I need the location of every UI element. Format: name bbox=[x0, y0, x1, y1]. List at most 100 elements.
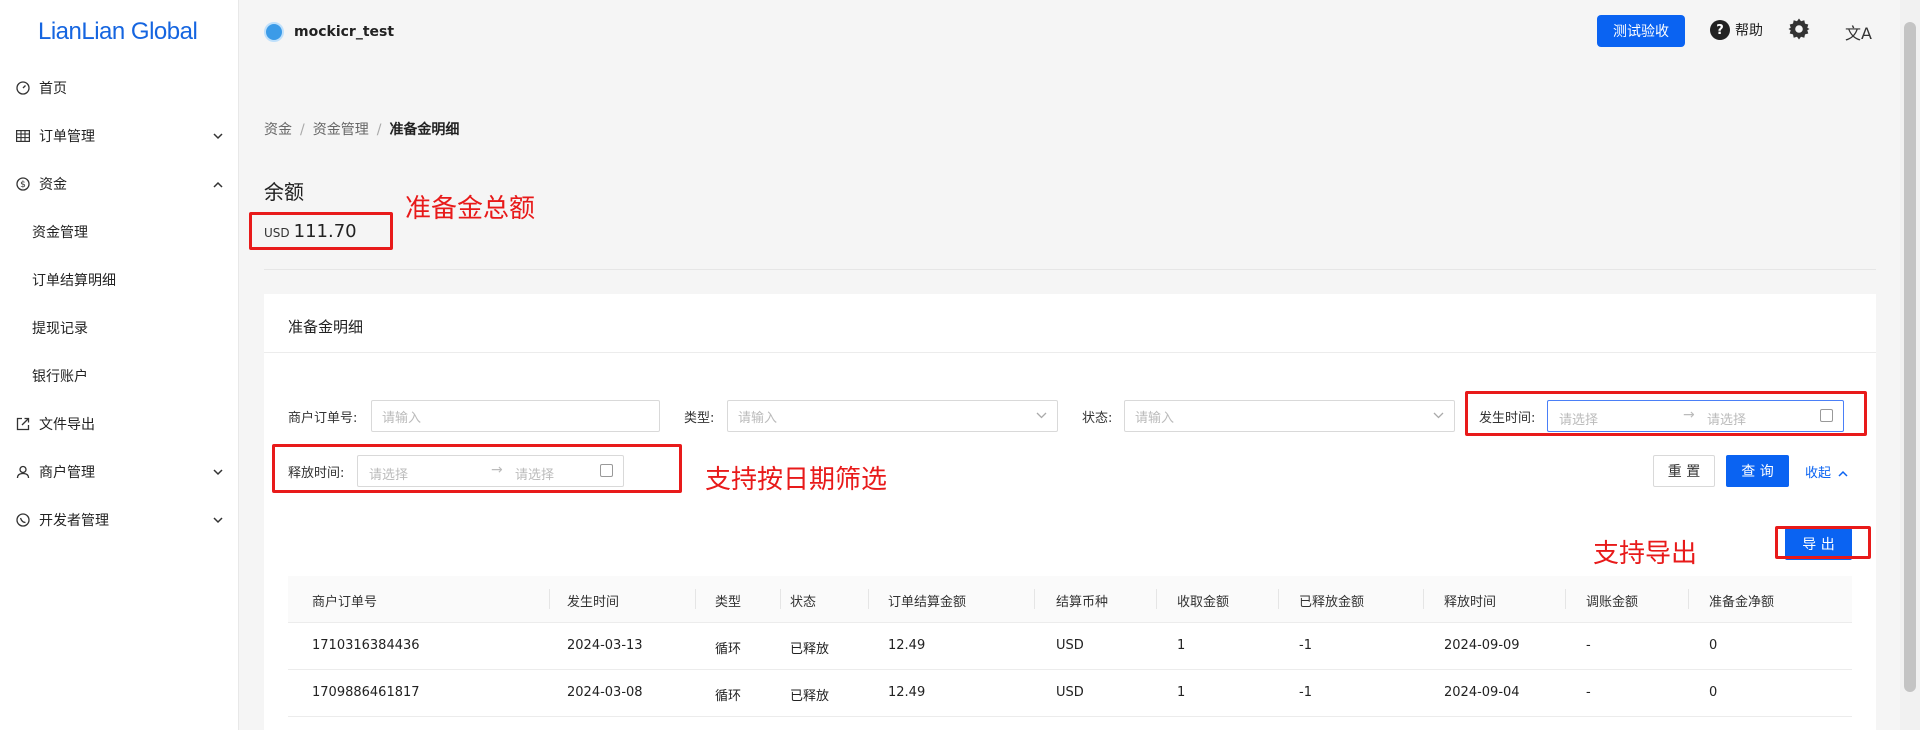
cell-type: 循环 bbox=[715, 642, 742, 657]
cell-occur-time: 2024-03-08 bbox=[567, 685, 643, 700]
cell-order-no: 1710316384436 bbox=[312, 638, 420, 653]
type-select[interactable]: 请输入 bbox=[727, 400, 1058, 432]
test-acceptance-button[interactable]: 测试验收 bbox=[1597, 15, 1685, 47]
col-order-no: 商户订单号 bbox=[312, 595, 378, 610]
sidebar-item-funds[interactable]: $ 资金 bbox=[0, 160, 239, 208]
annotation-box-balance bbox=[249, 212, 393, 250]
divider bbox=[264, 269, 1876, 270]
export-icon bbox=[15, 416, 31, 432]
cell-net-reserve: 0 bbox=[1709, 685, 1718, 700]
cell-collected: 1 bbox=[1177, 638, 1186, 653]
cell-type: 循环 bbox=[715, 689, 742, 704]
col-released: 已释放金额 bbox=[1299, 595, 1365, 610]
sidebar-item-label: 商户管理 bbox=[39, 465, 95, 481]
col-collected: 收取金额 bbox=[1177, 595, 1230, 610]
help-label: 帮助 bbox=[1735, 23, 1763, 39]
cell-release-time: 2024-09-04 bbox=[1444, 685, 1520, 700]
scrollbar-thumb[interactable] bbox=[1904, 22, 1916, 692]
sidebar-item-label: 文件导出 bbox=[39, 417, 95, 433]
sidebar-item-bank-accounts[interactable]: 银行账户 bbox=[0, 352, 239, 400]
cell-settle-amount: 12.49 bbox=[888, 638, 926, 653]
chevron-down-icon bbox=[1036, 409, 1047, 422]
type-label: 类型: bbox=[684, 411, 715, 426]
help-link[interactable]: ? 帮助 bbox=[1710, 20, 1763, 40]
order-no-input[interactable]: 请输入 bbox=[371, 400, 660, 432]
sidebar-item-withdrawals[interactable]: 提现记录 bbox=[0, 304, 239, 352]
dashboard-icon bbox=[15, 80, 31, 96]
cell-status: 已释放 bbox=[790, 642, 830, 657]
annotation-date-filter: 支持按日期筛选 bbox=[705, 465, 888, 495]
sidebar-item-fund-management[interactable]: 资金管理 bbox=[0, 208, 239, 256]
annotation-total: 准备金总额 bbox=[405, 194, 536, 224]
cell-settle-amount: 12.49 bbox=[888, 685, 926, 700]
chevron-down-icon bbox=[1433, 409, 1444, 422]
sidebar-item-merchants[interactable]: 商户管理 bbox=[0, 448, 239, 496]
card-divider bbox=[264, 352, 1876, 353]
breadcrumb-item[interactable]: 资金管理 bbox=[313, 122, 369, 138]
sidebar-item-orders[interactable]: 订单管理 bbox=[0, 112, 239, 160]
gear-icon[interactable] bbox=[1787, 17, 1811, 46]
cell-adjustment: - bbox=[1586, 638, 1591, 653]
table-header: 商户订单号 发生时间 类型 状态 订单结算金额 结算币种 收取金额 已释放金额 … bbox=[288, 576, 1852, 623]
breadcrumb-current: 准备金明细 bbox=[389, 122, 460, 138]
col-status: 状态 bbox=[790, 595, 817, 610]
lianlian-logo: LianLian Global bbox=[38, 18, 198, 45]
sidebar-item-order-settlement[interactable]: 订单结算明细 bbox=[0, 256, 239, 304]
sidebar-item-label: 订单结算明细 bbox=[32, 273, 116, 289]
annotation-box-occur-time bbox=[1465, 391, 1867, 436]
chevron-down-icon bbox=[213, 130, 223, 143]
cell-released: -1 bbox=[1299, 685, 1312, 700]
dollar-icon: $ bbox=[15, 176, 31, 192]
annotation-box-export bbox=[1775, 526, 1871, 559]
user-icon bbox=[15, 464, 31, 480]
cell-net-reserve: 0 bbox=[1709, 638, 1718, 653]
sidebar-item-label: 提现记录 bbox=[32, 321, 88, 337]
reserve-detail-card: 准备金明细 商户订单号: 请输入 类型: 请输入 状态: 请输入 发生时间: 请… bbox=[264, 294, 1876, 730]
cell-currency: USD bbox=[1056, 638, 1084, 653]
sidebar: LianLian Global 首页 订单管理 $ 资金 资金管理 订单结算明细… bbox=[0, 0, 239, 730]
cell-released: -1 bbox=[1299, 638, 1312, 653]
cell-adjustment: - bbox=[1586, 685, 1591, 700]
developer-icon bbox=[15, 512, 31, 528]
table-icon bbox=[15, 128, 31, 144]
breadcrumb: 资金 / 资金管理 / 准备金明细 bbox=[264, 122, 460, 138]
cell-release-time: 2024-09-09 bbox=[1444, 638, 1520, 653]
table-row[interactable]: 1709886461817 2024-03-08 循环 已释放 12.49 US… bbox=[288, 670, 1852, 717]
svg-text:$: $ bbox=[20, 180, 26, 190]
avatar[interactable] bbox=[264, 22, 284, 42]
col-net-reserve: 准备金净额 bbox=[1709, 595, 1775, 610]
status-label: 状态: bbox=[1082, 411, 1113, 426]
card-title: 准备金明细 bbox=[288, 318, 364, 336]
search-button[interactable]: 查 询 bbox=[1726, 455, 1789, 487]
translate-icon[interactable]: 文A bbox=[1845, 20, 1872, 44]
col-release-time: 释放时间 bbox=[1444, 595, 1497, 610]
status-select[interactable]: 请输入 bbox=[1124, 400, 1455, 432]
chevron-down-icon bbox=[213, 514, 223, 527]
sidebar-item-label: 首页 bbox=[39, 81, 67, 97]
sidebar-item-home[interactable]: 首页 bbox=[0, 64, 239, 112]
sidebar-item-label: 资金 bbox=[39, 177, 67, 193]
order-no-label: 商户订单号: bbox=[288, 411, 358, 426]
user-name[interactable]: mockicr_test bbox=[294, 24, 394, 40]
breadcrumb-item[interactable]: 资金 bbox=[264, 122, 292, 138]
cell-status: 已释放 bbox=[790, 689, 830, 704]
sidebar-item-label: 资金管理 bbox=[32, 225, 88, 241]
sidebar-item-label: 订单管理 bbox=[39, 129, 95, 145]
collapse-link[interactable]: 收起 bbox=[1805, 462, 1848, 481]
chevron-up-icon bbox=[1838, 470, 1848, 477]
col-settle-amount: 订单结算金额 bbox=[888, 595, 967, 610]
chevron-down-icon bbox=[213, 466, 223, 479]
sidebar-item-developers[interactable]: 开发者管理 bbox=[0, 496, 239, 544]
reset-button[interactable]: 重 置 bbox=[1653, 455, 1715, 487]
balance-title: 余额 bbox=[264, 180, 304, 204]
sidebar-item-file-export[interactable]: 文件导出 bbox=[0, 400, 239, 448]
sidebar-item-label: 开发者管理 bbox=[39, 513, 109, 529]
col-adjustment: 调账金额 bbox=[1586, 595, 1639, 610]
cell-order-no: 1709886461817 bbox=[312, 685, 420, 700]
top-bar: mockicr_test 测试验收 ? 帮助 文A bbox=[240, 0, 1900, 64]
table-row[interactable]: 1710316384436 2024-03-13 循环 已释放 12.49 US… bbox=[288, 623, 1852, 670]
col-occur-time: 发生时间 bbox=[567, 595, 620, 610]
annotation-box-release-time bbox=[272, 444, 682, 493]
cell-currency: USD bbox=[1056, 685, 1084, 700]
cell-collected: 1 bbox=[1177, 685, 1186, 700]
